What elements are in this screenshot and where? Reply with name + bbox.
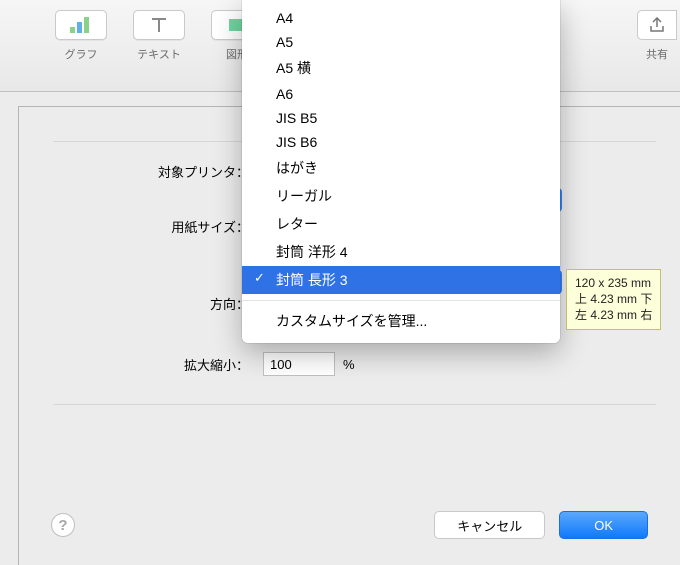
papersize-option[interactable]: JIS B6	[242, 130, 560, 154]
ok-button[interactable]: OK	[559, 511, 648, 539]
printer-label: 対象プリンタ：	[19, 162, 251, 181]
toolbar-label: グラフ	[65, 46, 98, 62]
papersize-custom-option[interactable]: カスタムサイズを管理...	[242, 307, 560, 335]
chart-icon	[55, 10, 107, 40]
scale-row: 拡大縮小： %	[19, 352, 680, 376]
toolbar-label: 共有	[646, 46, 668, 62]
papersize-dropdown: A4 A5 A5 横 A6 JIS B5 JIS B6 はがき リーガル レター…	[242, 0, 560, 343]
papersize-option[interactable]: A4	[242, 6, 560, 30]
papersize-tooltip: 120 x 235 mm 上 4.23 mm 下 左 4.23 mm 右	[566, 269, 661, 330]
papersize-option[interactable]: A5	[242, 30, 560, 54]
papersize-option[interactable]: JIS B5	[242, 106, 560, 130]
scale-unit: %	[343, 357, 355, 372]
tooltip-line: 上 4.23 mm 下	[575, 291, 652, 307]
toolbar-graph-button[interactable]: グラフ	[42, 10, 120, 62]
papersize-option[interactable]: はがき	[242, 154, 560, 182]
scale-input[interactable]	[263, 352, 335, 376]
scale-label: 拡大縮小：	[19, 355, 251, 374]
toolbar-label: テキスト	[137, 46, 181, 62]
papersize-label: 用紙サイズ：	[19, 217, 251, 236]
papersize-option[interactable]: リーガル	[242, 182, 560, 210]
papersize-option[interactable]: レター	[242, 210, 560, 238]
orientation-label: 方向：	[19, 294, 251, 313]
cancel-button[interactable]: キャンセル	[434, 511, 545, 539]
papersize-option[interactable]: 封筒 洋形 4	[242, 238, 560, 266]
tooltip-line: 左 4.23 mm 右	[575, 307, 652, 323]
toolbar-share-button[interactable]: 共有	[634, 10, 680, 62]
papersize-option[interactable]: A5 横	[242, 54, 560, 82]
share-icon	[637, 10, 677, 40]
papersize-option-selected[interactable]: 封筒 長形 3	[242, 266, 560, 294]
help-button[interactable]: ?	[51, 513, 75, 537]
text-icon	[133, 10, 185, 40]
tooltip-line: 120 x 235 mm	[575, 275, 652, 291]
papersize-option[interactable]: A6	[242, 82, 560, 106]
toolbar-text-button[interactable]: テキスト	[120, 10, 198, 62]
